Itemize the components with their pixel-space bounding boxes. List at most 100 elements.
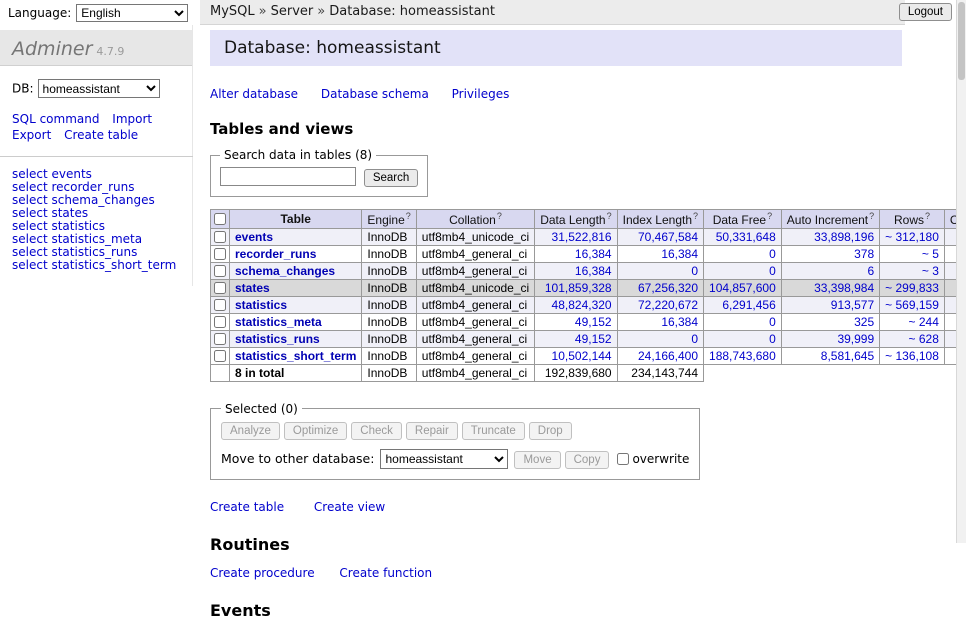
sort-link-rows[interactable]: Rows: [894, 213, 924, 227]
table-link-states[interactable]: states: [235, 281, 270, 295]
sidebar-table-select-statistics-short-term[interactable]: select statistics_short_term: [12, 259, 180, 272]
data-free-link-recorder-runs[interactable]: 0: [769, 247, 776, 261]
rows-link-statistics[interactable]: ~ 569,159: [885, 298, 939, 312]
data-free-link-statistics-meta[interactable]: 0: [769, 315, 776, 329]
overwrite-checkbox[interactable]: [617, 453, 629, 465]
row-checkbox-recorder-runs[interactable]: [214, 248, 226, 260]
rows-link-states[interactable]: ~ 299,833: [885, 281, 939, 295]
move-db-select[interactable]: homeassistant: [380, 449, 508, 469]
index-length-link-schema-changes[interactable]: 0: [691, 264, 698, 278]
sidebar-link-sql-command[interactable]: SQL command: [12, 112, 99, 126]
help-icon[interactable]: ?: [406, 211, 411, 221]
data-free-link-states[interactable]: 104,857,600: [709, 281, 776, 295]
table-link-events[interactable]: events: [235, 230, 273, 244]
index-length-link-states[interactable]: 67,256,320: [638, 281, 698, 295]
db-action-privileges[interactable]: Privileges: [452, 87, 510, 101]
analyze-button[interactable]: Analyze: [221, 422, 280, 440]
auto-increment-link-recorder-runs[interactable]: 378: [854, 247, 874, 261]
auto-increment-link-statistics[interactable]: 913,577: [831, 298, 874, 312]
db-action-database-schema[interactable]: Database schema: [321, 87, 429, 101]
data-length-link-statistics-meta[interactable]: 49,152: [575, 315, 612, 329]
data-length-link-events[interactable]: 31,522,816: [552, 230, 612, 244]
rows-link-recorder-runs[interactable]: ~ 5: [922, 247, 939, 261]
sort-link-data-free[interactable]: Data Free: [713, 213, 766, 227]
index-length-link-statistics-runs[interactable]: 0: [691, 332, 698, 346]
help-icon[interactable]: ?: [693, 211, 698, 221]
optimize-button[interactable]: Optimize: [284, 422, 347, 440]
sort-link-auto-increment[interactable]: Auto Increment: [787, 213, 868, 227]
row-checkbox-states[interactable]: [214, 282, 226, 294]
auto-increment-link-statistics-short-term[interactable]: 8,581,645: [821, 349, 874, 363]
index-length-link-recorder-runs[interactable]: 16,384: [661, 247, 698, 261]
auto-increment-link-states[interactable]: 33,398,984: [814, 281, 874, 295]
data-length-link-schema-changes[interactable]: 16,384: [575, 264, 612, 278]
create-create-table[interactable]: Create table: [210, 500, 284, 514]
data-free-link-events[interactable]: 50,331,648: [716, 230, 776, 244]
data-free-link-schema-changes[interactable]: 0: [769, 264, 776, 278]
index-length-link-events[interactable]: 70,467,584: [638, 230, 698, 244]
row-checkbox-statistics[interactable]: [214, 299, 226, 311]
index-length-link-statistics-meta[interactable]: 16,384: [661, 315, 698, 329]
move-button[interactable]: Move: [514, 451, 560, 469]
row-checkbox-events[interactable]: [214, 231, 226, 243]
table-link-statistics[interactable]: statistics: [235, 298, 287, 312]
scrollbar[interactable]: [956, 0, 966, 543]
row-checkbox-statistics-short-term[interactable]: [214, 350, 226, 362]
table-link-statistics-meta[interactable]: statistics_meta: [235, 315, 322, 329]
create-create-view[interactable]: Create view: [314, 500, 385, 514]
sort-link-index-length[interactable]: Index Length: [623, 213, 692, 227]
rows-link-schema-changes[interactable]: ~ 3: [922, 264, 939, 278]
scrollbar-thumb[interactable]: [958, 2, 965, 80]
table-link-recorder-runs[interactable]: recorder_runs: [235, 247, 316, 261]
breadcrumb-server[interactable]: Server: [271, 4, 314, 19]
data-free-link-statistics-short-term[interactable]: 188,743,680: [709, 349, 776, 363]
sort-link-data-length[interactable]: Data Length: [540, 213, 605, 227]
sort-link-table[interactable]: Table: [280, 212, 310, 226]
db-select[interactable]: homeassistant: [38, 79, 160, 98]
rows-link-statistics-runs[interactable]: ~ 628: [909, 332, 939, 346]
index-length-link-statistics[interactable]: 72,220,672: [638, 298, 698, 312]
search-input[interactable]: [220, 167, 356, 186]
repair-button[interactable]: Repair: [406, 422, 458, 440]
data-length-link-statistics-runs[interactable]: 49,152: [575, 332, 612, 346]
search-button[interactable]: Search: [364, 169, 418, 187]
sidebar-link-import[interactable]: Import: [112, 112, 152, 126]
help-icon[interactable]: ?: [869, 211, 874, 221]
rows-link-events[interactable]: ~ 312,180: [885, 230, 939, 244]
row-checkbox-statistics-meta[interactable]: [214, 316, 226, 328]
routine-create-function[interactable]: Create function: [339, 566, 432, 580]
rows-link-statistics-meta[interactable]: ~ 244: [909, 315, 939, 329]
drop-button[interactable]: Drop: [529, 422, 572, 440]
help-icon[interactable]: ?: [925, 211, 930, 221]
help-icon[interactable]: ?: [607, 211, 612, 221]
index-length-link-statistics-short-term[interactable]: 24,166,400: [638, 349, 698, 363]
auto-increment-link-statistics-meta[interactable]: 325: [854, 315, 874, 329]
sidebar-link-export[interactable]: Export: [12, 128, 51, 142]
sort-link-engine[interactable]: Engine: [367, 213, 404, 227]
auto-increment-link-statistics-runs[interactable]: 39,999: [837, 332, 874, 346]
routine-create-procedure[interactable]: Create procedure: [210, 566, 315, 580]
check-button[interactable]: Check: [351, 422, 402, 440]
table-link-statistics-short-term[interactable]: statistics_short_term: [235, 349, 356, 363]
row-checkbox-schema-changes[interactable]: [214, 265, 226, 277]
sidebar-link-create-table[interactable]: Create table: [64, 128, 138, 142]
data-free-link-statistics[interactable]: 6,291,456: [722, 298, 775, 312]
data-length-link-statistics-short-term[interactable]: 10,502,144: [552, 349, 612, 363]
data-length-link-states[interactable]: 101,859,328: [545, 281, 612, 295]
copy-button[interactable]: Copy: [565, 451, 610, 469]
data-length-link-recorder-runs[interactable]: 16,384: [575, 247, 612, 261]
table-link-schema-changes[interactable]: schema_changes: [235, 264, 335, 278]
row-checkbox-statistics-runs[interactable]: [214, 333, 226, 345]
select-all-checkbox[interactable]: [214, 213, 226, 225]
data-free-link-statistics-runs[interactable]: 0: [769, 332, 776, 346]
auto-increment-link-schema-changes[interactable]: 6: [867, 264, 874, 278]
breadcrumb-mysql[interactable]: MySQL: [210, 4, 255, 19]
db-action-alter-database[interactable]: Alter database: [210, 87, 298, 101]
help-icon[interactable]: ?: [497, 211, 502, 221]
auto-increment-link-events[interactable]: 33,898,196: [814, 230, 874, 244]
table-link-statistics-runs[interactable]: statistics_runs: [235, 332, 320, 346]
rows-link-statistics-short-term[interactable]: ~ 136,108: [885, 349, 939, 363]
logout-button[interactable]: Logout: [899, 3, 952, 21]
help-icon[interactable]: ?: [767, 211, 772, 221]
data-length-link-statistics[interactable]: 48,824,320: [552, 298, 612, 312]
